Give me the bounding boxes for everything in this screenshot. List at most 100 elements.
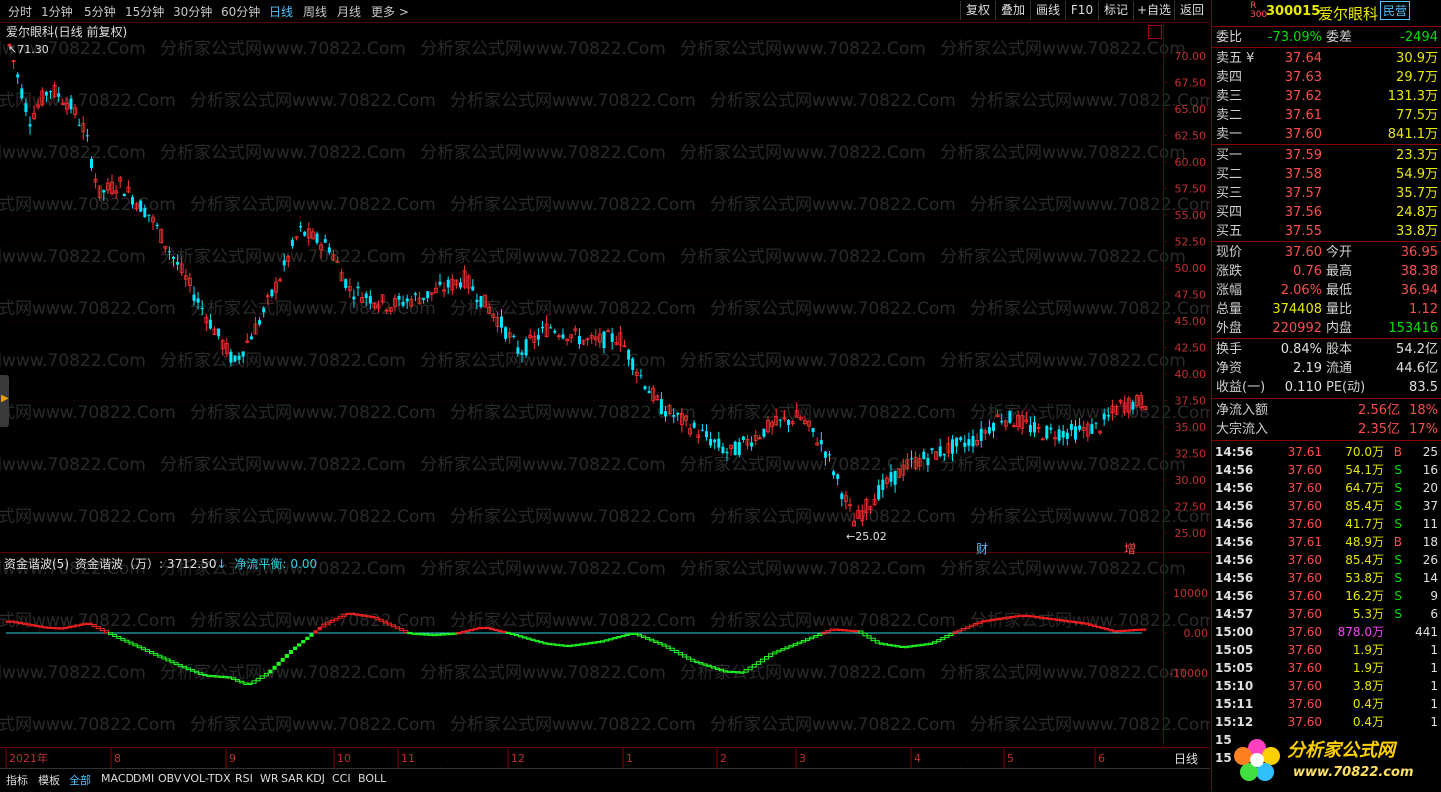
watermark-text: 分析家公式网www.70822.Com bbox=[0, 195, 176, 215]
tab-1min[interactable]: 1分钟 bbox=[41, 3, 73, 20]
stat-label: PE(动) bbox=[1326, 380, 1366, 395]
wave-step bbox=[103, 630, 110, 634]
candle-body bbox=[811, 428, 815, 432]
grid: 70.0067.5065.0062.5060.0057.5055.0052.50… bbox=[0, 22, 1210, 768]
fuquan-button[interactable]: 复权 bbox=[960, 1, 995, 20]
month-label: 3 bbox=[799, 752, 806, 765]
candle-body bbox=[143, 207, 147, 218]
tab-weekly[interactable]: 周线 bbox=[303, 3, 327, 20]
wave-step bbox=[403, 630, 409, 633]
tab-daily[interactable]: 日线 bbox=[269, 3, 293, 20]
bid-level-label: 买三 bbox=[1216, 186, 1243, 201]
wave-step bbox=[948, 633, 954, 637]
candle-body bbox=[893, 470, 897, 485]
tick-count: 9 bbox=[1430, 589, 1438, 603]
candle-body bbox=[241, 351, 245, 357]
overlay-button[interactable]: 叠加 bbox=[995, 1, 1030, 20]
watermark-text: 分析家公式网www.70822.Com bbox=[190, 507, 436, 527]
finance-marker[interactable]: 财 bbox=[976, 542, 988, 556]
tab-rsi[interactable]: RSI bbox=[235, 772, 253, 785]
back-button[interactable]: 返回 bbox=[1174, 1, 1209, 20]
candle-body bbox=[356, 286, 360, 289]
candle-body bbox=[24, 103, 28, 113]
candle-body bbox=[28, 124, 32, 127]
candle-body bbox=[438, 281, 442, 285]
tick-count: 1 bbox=[1430, 697, 1438, 711]
ask-level-row: 卖三 37.62 131.3万 bbox=[1212, 87, 1441, 106]
tab-dmi[interactable]: DMI bbox=[133, 772, 154, 785]
candle-body bbox=[229, 351, 233, 363]
wave-step bbox=[112, 634, 118, 637]
watermark-text: 分析家公式网www.70822.Com bbox=[710, 715, 956, 735]
tab-5min[interactable]: 5分钟 bbox=[84, 3, 116, 20]
draw-line-button[interactable]: 画线 bbox=[1030, 1, 1065, 20]
tab-sar[interactable]: SAR bbox=[281, 772, 303, 785]
tick-volume: 64.7万 bbox=[1345, 481, 1384, 495]
wave-step bbox=[423, 633, 429, 636]
market-badge: R 300 bbox=[1250, 1, 1268, 20]
price-stat-row: 总量 374408 量比 1.12 bbox=[1212, 300, 1441, 319]
tab-wr[interactable]: WR bbox=[260, 772, 279, 785]
stat-value: 36.94 bbox=[1400, 283, 1438, 298]
tick-time: 14:56 bbox=[1215, 499, 1254, 513]
candle-body bbox=[987, 427, 991, 434]
stock-name: 爱尔眼科 bbox=[1318, 5, 1379, 23]
additional-issue-marker[interactable]: 增 bbox=[1124, 542, 1136, 556]
tick-time: 14:56 bbox=[1215, 445, 1254, 459]
bid-level-row: 买一 37.59 23.3万 bbox=[1212, 146, 1441, 165]
watermark-text: 分析家公式网www.70822.Com bbox=[420, 663, 666, 683]
tick-price: 37.61 bbox=[1287, 535, 1322, 549]
tab-30min[interactable]: 30分钟 bbox=[173, 3, 212, 20]
tab-macd[interactable]: MACD bbox=[101, 772, 134, 785]
chart-corner-box[interactable] bbox=[1148, 25, 1162, 39]
site-logo: 分析家公式网 www.70822.com bbox=[1234, 739, 1414, 781]
watermark-text: 分析家公式网www.70822.Com bbox=[940, 559, 1186, 579]
f10-button[interactable]: F10 bbox=[1065, 1, 1098, 20]
wave-step bbox=[522, 636, 528, 639]
wave-step bbox=[575, 643, 581, 647]
wave-step bbox=[665, 645, 671, 649]
candle-body bbox=[299, 225, 303, 228]
wave-step bbox=[276, 661, 281, 666]
stat-value: 2.06% bbox=[1280, 283, 1322, 298]
tab-template[interactable]: 模板 bbox=[38, 772, 60, 788]
candle-body bbox=[979, 428, 983, 441]
tab-vol-tdx[interactable]: VOL-TDX bbox=[183, 772, 231, 785]
tab-indicator[interactable]: 指标 bbox=[6, 772, 28, 788]
tab-15min[interactable]: 15分钟 bbox=[125, 3, 164, 20]
tick-side: S bbox=[1394, 499, 1402, 513]
ask-volume: 841.1万 bbox=[1387, 127, 1438, 142]
kline-chart[interactable]: 分析家公式网www.70822.Com 分析家公式网www.70822.Com 分析… bbox=[0, 22, 1210, 768]
mark-button[interactable]: 标记 bbox=[1098, 1, 1133, 20]
candle-body bbox=[1074, 426, 1077, 440]
tick-price: 37.60 bbox=[1287, 553, 1322, 567]
tick-volume: 1.9万 bbox=[1352, 661, 1384, 675]
tick-volume: 48.9万 bbox=[1345, 535, 1384, 549]
watermark-text: 分析家公式网www.70822.Com bbox=[710, 91, 956, 111]
tab-boll[interactable]: BOLL bbox=[358, 772, 386, 785]
wave-step bbox=[878, 642, 884, 645]
tab-cci[interactable]: CCI bbox=[332, 772, 351, 785]
candle-body bbox=[479, 295, 483, 307]
left-panel-toggle[interactable]: ▶ bbox=[0, 375, 9, 427]
candle-body bbox=[787, 419, 790, 425]
tab-kdj[interactable]: KDJ bbox=[306, 772, 325, 785]
price-stat-row: 涨跌 0.76 最高 38.38 bbox=[1212, 262, 1441, 281]
month-label: 2021年 bbox=[9, 751, 48, 765]
tick-volume: 54.1万 bbox=[1345, 463, 1384, 477]
tab-all[interactable]: 全部 bbox=[69, 772, 91, 788]
tab-monthly[interactable]: 月线 bbox=[337, 3, 361, 20]
tab-obv[interactable]: OBV bbox=[158, 772, 181, 785]
tab-more[interactable]: 更多 > bbox=[371, 3, 409, 20]
wave-step bbox=[899, 645, 905, 649]
stat-value: 37.60 bbox=[1284, 245, 1322, 260]
watermark-text: 分析家公式网www.70822.Com bbox=[0, 507, 176, 527]
candle-body bbox=[1106, 415, 1110, 417]
wave-step bbox=[108, 632, 114, 636]
add-watchlist-button[interactable]: +自选 bbox=[1133, 1, 1174, 20]
tab-60min[interactable]: 60分钟 bbox=[221, 3, 260, 20]
ask-volume: 29.7万 bbox=[1396, 70, 1438, 85]
tick-side: S bbox=[1394, 607, 1402, 621]
wave-step bbox=[587, 642, 593, 645]
tab-fenshi[interactable]: 分时 bbox=[8, 3, 32, 20]
